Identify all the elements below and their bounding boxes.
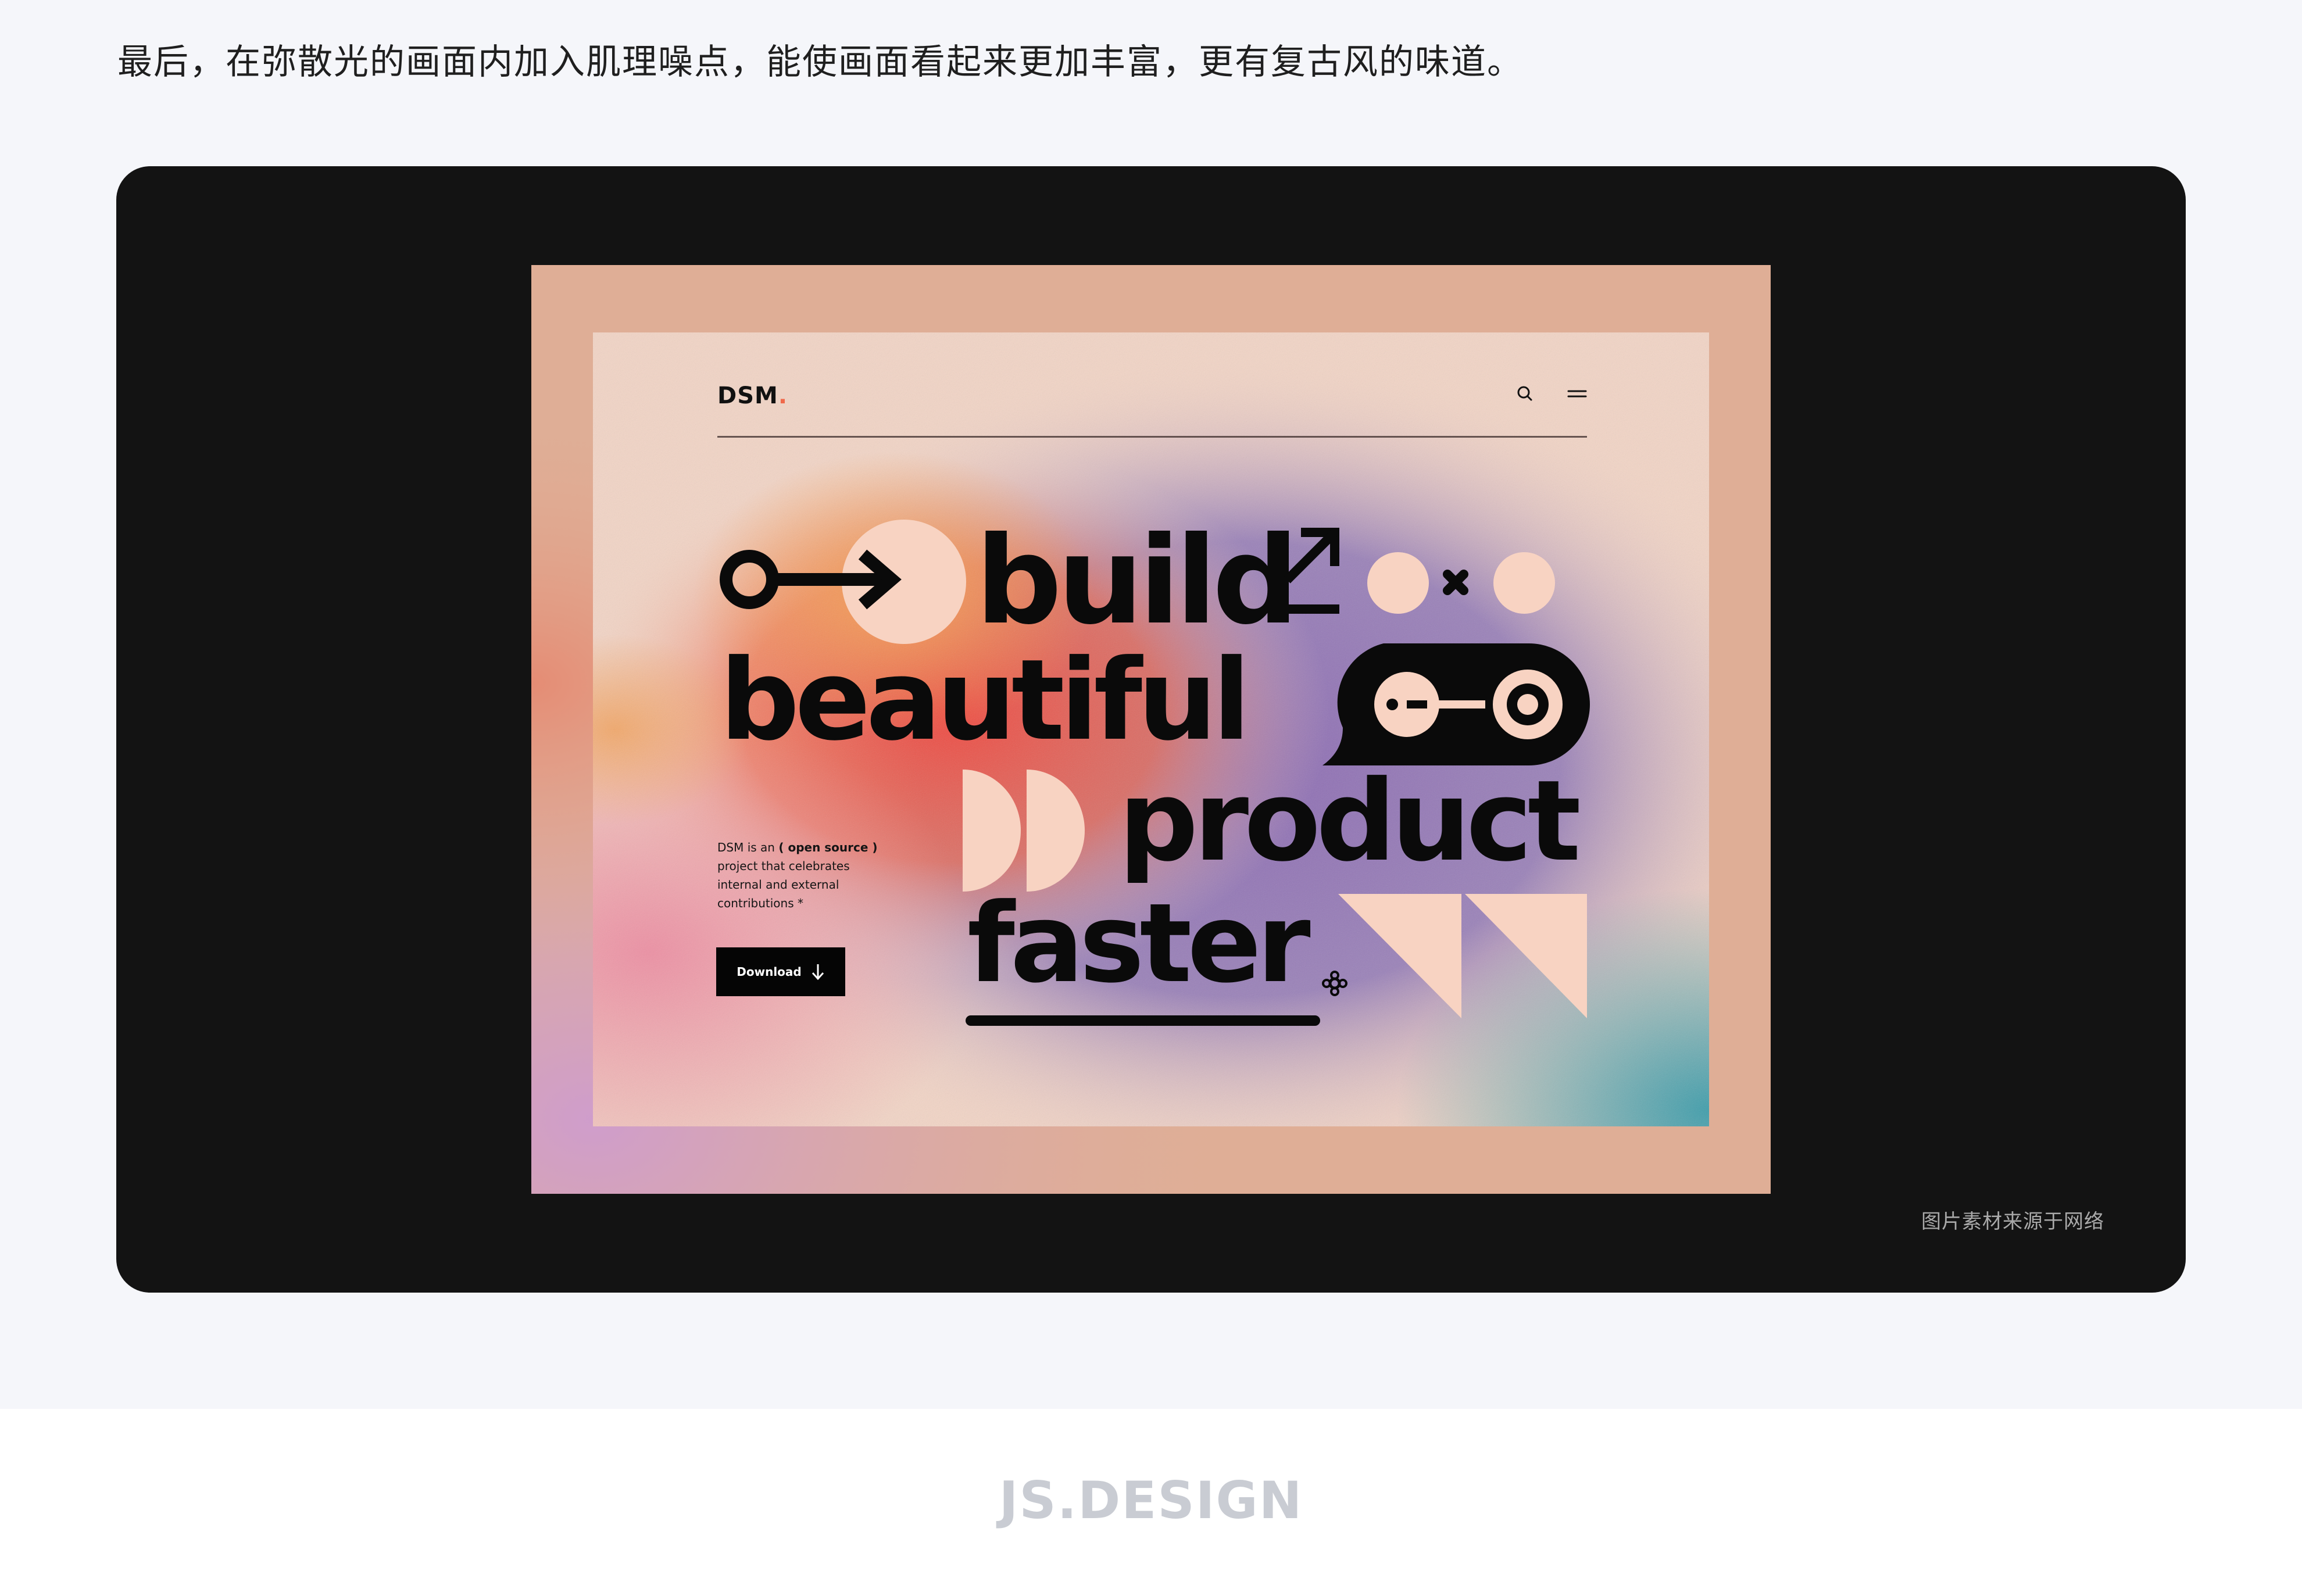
website-screen: DSM. build beautiful product DSM is an (…	[593, 332, 1709, 1126]
footer-brand: JS.DESIGN	[999, 1470, 1303, 1530]
logo-dot: .	[778, 382, 788, 409]
speech-bubble-toggle-shape	[1322, 643, 1590, 765]
download-button[interactable]: Download	[716, 947, 845, 996]
search-icon[interactable]	[1516, 385, 1534, 402]
logo-text: DSM	[717, 382, 778, 409]
headline-line-faster: faster	[967, 880, 1311, 1007]
open-circle-arrow-icon	[720, 549, 902, 610]
intro-description: DSM is an ( open source ) project that c…	[717, 838, 892, 912]
headline-line-build: build	[975, 511, 1299, 652]
description-part1: DSM is an	[717, 840, 779, 854]
dsm-logo[interactable]: DSM.	[717, 382, 788, 409]
headline-line-product: product	[1118, 757, 1581, 886]
dots-cross-shape	[1367, 552, 1555, 614]
download-label: Download	[737, 965, 802, 979]
description-highlight: ( open source )	[778, 840, 878, 854]
image-source-caption: 图片素材来源于网络	[1921, 1210, 2104, 1233]
mockup-frame: DSM. build beautiful product DSM is an (…	[531, 265, 1771, 1194]
menu-icon[interactable]	[1567, 387, 1587, 400]
intro-paragraph: 最后，在弥散光的画面内加入肌理噪点，能使画面看起来更加丰富，更有复古风的味道。	[117, 42, 1523, 83]
header-divider	[717, 436, 1587, 438]
underline-bar	[966, 1015, 1320, 1026]
diagonal-arrow-icon	[1281, 528, 1339, 614]
triangles-shape	[1338, 894, 1587, 1018]
half-circles-shape	[963, 770, 1085, 892]
download-arrow-icon	[812, 964, 824, 980]
preview-card: DSM. build beautiful product DSM is an (…	[116, 166, 2186, 1293]
headline-line-beautiful: beautiful	[720, 636, 1251, 765]
description-part2: project that celebrates internal and ext…	[717, 859, 850, 910]
